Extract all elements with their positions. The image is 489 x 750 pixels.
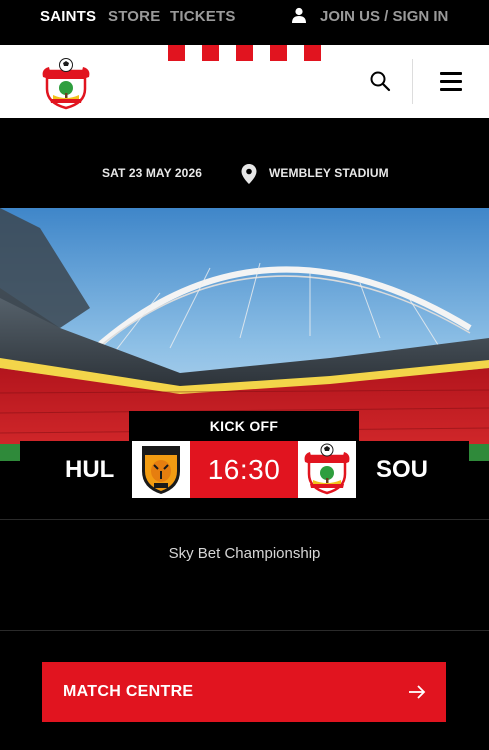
nav-link-tickets[interactable]: TICKETS (170, 8, 236, 25)
home-team-code: HUL (65, 456, 115, 483)
site-header (0, 45, 489, 118)
divider (0, 630, 489, 631)
southampton-crest-logo[interactable] (41, 55, 91, 110)
kickoff-label: KICK OFF (129, 411, 359, 441)
kickoff-time: 16:30 (190, 441, 298, 498)
nav-link-store[interactable]: STORE (108, 8, 160, 25)
southampton-badge-icon (298, 441, 356, 498)
match-centre-label: MATCH CENTRE (63, 683, 194, 700)
away-team-code: SOU (376, 456, 429, 483)
hull-city-badge-icon (132, 441, 190, 498)
location-pin-icon (241, 164, 257, 184)
nav-link-saints[interactable]: SAINTS (40, 8, 96, 25)
hamburger-menu-icon[interactable] (440, 72, 462, 92)
arrow-right-icon (409, 685, 426, 699)
header-divider (412, 59, 413, 104)
match-date: SAT 23 MAY 2026 (102, 166, 203, 180)
join-sign-in-link[interactable]: JOIN US / SIGN IN (320, 8, 448, 25)
divider (0, 519, 489, 520)
match-centre-button[interactable]: MATCH CENTRE (42, 662, 446, 722)
top-nav: SAINTS STORE TICKETS JOIN US / SIGN IN (0, 0, 489, 45)
competition-name: Sky Bet Championship (168, 545, 321, 562)
match-venue: WEMBLEY STADIUM (269, 166, 389, 180)
user-icon[interactable] (291, 7, 307, 23)
search-icon[interactable] (368, 69, 392, 93)
